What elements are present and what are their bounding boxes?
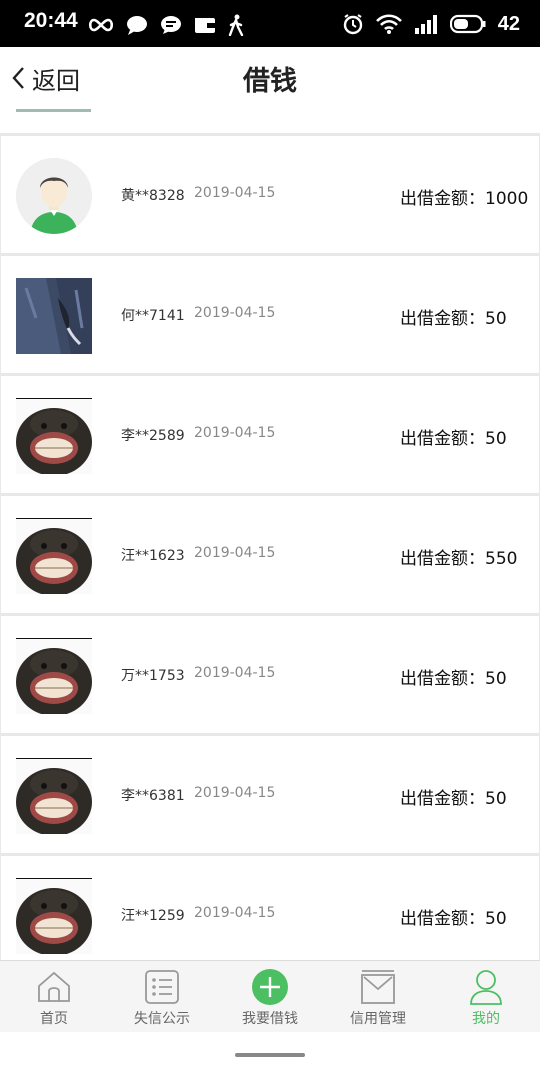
borrower-name: 汪**1259 xyxy=(121,908,185,924)
list-item[interactable]: 汪**1259 2019-04-15 出借金额：50 xyxy=(1,856,539,960)
nav-label: 我要借钱 xyxy=(242,1011,298,1027)
list-item-partial xyxy=(0,109,540,133)
chat-bubble-icon xyxy=(127,16,147,35)
borrower-name: 何**7141 xyxy=(121,308,185,324)
system-gesture-area xyxy=(0,1032,540,1080)
signal-icon xyxy=(414,15,437,34)
loan-amount: 出借金额：50 xyxy=(400,669,507,689)
status-bar: 20:44 42 xyxy=(0,0,540,47)
infinity-icon xyxy=(88,18,114,32)
list-item[interactable]: 李**6381 2019-04-15 出借金额：50 xyxy=(1,736,539,853)
chimp-photo-avatar xyxy=(16,758,92,834)
loan-amount: 出借金额：50 xyxy=(400,429,507,449)
home-gesture-bar[interactable] xyxy=(235,1053,305,1057)
nav-label: 首页 xyxy=(40,1011,68,1027)
page-title: 借钱 xyxy=(243,66,297,97)
loan-date: 2019-04-15 xyxy=(194,305,276,321)
nav-label: 信用管理 xyxy=(350,1011,406,1027)
bottom-nav: 首页 失信公示 我要借钱 信用管理 我的 xyxy=(0,960,540,1032)
app-header: 返回 借钱 xyxy=(0,47,540,109)
borrower-name: 李**6381 xyxy=(121,788,185,804)
loan-amount: 出借金额：50 xyxy=(400,309,507,329)
loan-amount: 出借金额：550 xyxy=(400,549,518,569)
borrower-name: 李**2589 xyxy=(121,428,185,444)
borrower-name: 黄**8328 xyxy=(121,188,185,204)
loan-amount: 出借金额：50 xyxy=(400,789,507,809)
list-item[interactable]: 李**2589 2019-04-15 出借金额：50 xyxy=(1,376,539,493)
loan-date: 2019-04-15 xyxy=(194,785,276,801)
walking-icon xyxy=(228,14,244,36)
list-item[interactable]: 汪**1623 2019-04-15 出借金额：550 xyxy=(1,496,539,613)
plus-circle-icon xyxy=(252,969,288,1005)
wallet-icon xyxy=(195,18,215,33)
home-icon xyxy=(38,971,70,1002)
chimp-photo-avatar xyxy=(16,638,92,714)
list-icon xyxy=(145,970,179,1004)
alarm-icon xyxy=(343,14,362,35)
chimp-photo-avatar xyxy=(16,398,92,474)
borrower-name: 万**1753 xyxy=(121,668,185,684)
battery-icon xyxy=(449,14,486,34)
loan-date: 2019-04-15 xyxy=(194,665,276,681)
jeans-photo-avatar xyxy=(16,278,92,354)
list-item[interactable]: 万**1753 2019-04-15 出借金额：50 xyxy=(1,616,539,733)
loan-amount: 出借金额：1000 xyxy=(400,189,529,209)
chimp-photo-avatar xyxy=(16,878,92,954)
nav-item-mine[interactable]: 我的 xyxy=(432,961,540,1033)
default-person-avatar xyxy=(16,158,92,234)
loan-date: 2019-04-15 xyxy=(194,185,276,201)
nav-item-blacklist[interactable]: 失信公示 xyxy=(108,961,216,1033)
loan-date: 2019-04-15 xyxy=(194,905,276,921)
chimp-photo-avatar xyxy=(16,518,92,594)
lender-list[interactable]: 黄**8328 2019-04-15 出借金额：1000 何**7141 201… xyxy=(0,109,540,960)
nav-label: 我的 xyxy=(472,1011,500,1027)
message-icon xyxy=(161,16,181,34)
wifi-icon xyxy=(375,14,402,34)
list-item[interactable]: 黄**8328 2019-04-15 出借金额：1000 xyxy=(1,136,539,253)
list-item[interactable]: 何**7141 2019-04-15 出借金额：50 xyxy=(1,256,539,373)
notification-icons xyxy=(88,14,244,36)
loan-date: 2019-04-15 xyxy=(194,425,276,441)
inbox-icon xyxy=(361,970,395,1004)
user-icon xyxy=(470,970,502,1005)
status-time: 20:44 xyxy=(24,9,78,32)
nav-label: 失信公示 xyxy=(134,1011,190,1027)
nav-item-home[interactable]: 首页 xyxy=(0,961,108,1033)
nav-item-credit[interactable]: 信用管理 xyxy=(324,961,432,1033)
battery-level: 42 xyxy=(497,12,520,35)
loan-amount: 出借金额：50 xyxy=(400,909,507,929)
system-icons: 42 xyxy=(342,12,520,36)
borrower-name: 汪**1623 xyxy=(121,548,185,564)
nav-item-borrow[interactable]: 我要借钱 xyxy=(216,961,324,1033)
loan-date: 2019-04-15 xyxy=(194,545,276,561)
